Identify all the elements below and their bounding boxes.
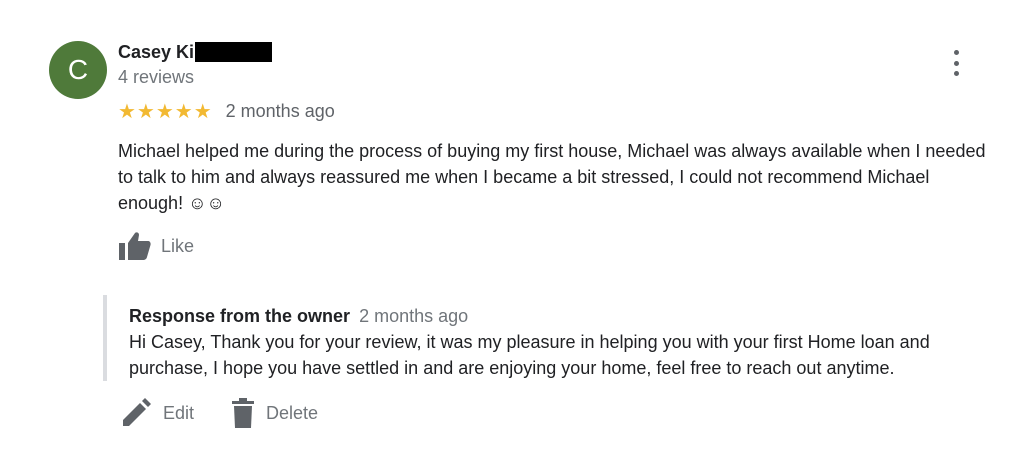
star-rating: ★★★★★ [118, 101, 213, 123]
reviewer-info: Casey Ki 4 reviews [118, 41, 273, 87]
redaction-bar [195, 42, 273, 62]
more-vert-icon-dot [953, 50, 959, 55]
review-date: 2 months ago [225, 101, 335, 121]
reviewer-name-row: Casey Ki [118, 41, 273, 63]
delete-button[interactable]: Delete [232, 398, 318, 428]
more-vert-icon-dot [953, 60, 959, 66]
owner-response: Response from the owner 2 months ago Hi … [103, 295, 997, 381]
owner-response-header: Response from the owner 2 months ago [129, 304, 468, 328]
like-label: Like [161, 235, 195, 256]
review-text: Michael helped me during the process of … [118, 141, 986, 213]
like-button[interactable]: Like [118, 231, 194, 261]
avatar-letter: C [67, 54, 89, 85]
response-actions: Edit Delete [121, 398, 318, 428]
pencil-icon [123, 398, 151, 426]
owner-response-title: Response from the owner [129, 306, 351, 326]
more-options-button[interactable] [946, 48, 966, 78]
reviewer-name[interactable]: Casey Ki [118, 41, 194, 63]
owner-response-text: Hi Casey, Thank you for your review, it … [129, 332, 930, 378]
owner-response-date: 2 months ago [359, 306, 469, 326]
edit-label: Edit [163, 402, 195, 423]
edit-button[interactable]: Edit [121, 398, 194, 428]
avatar[interactable]: C [49, 41, 107, 99]
review-count[interactable]: 4 reviews [118, 67, 272, 87]
trash-icon [232, 398, 255, 428]
more-vert-icon-dot [953, 71, 959, 76]
rating-row: ★★★★★ 2 months ago [118, 99, 335, 124]
delete-label: Delete [266, 402, 319, 423]
thumbs-up-icon [119, 232, 151, 260]
